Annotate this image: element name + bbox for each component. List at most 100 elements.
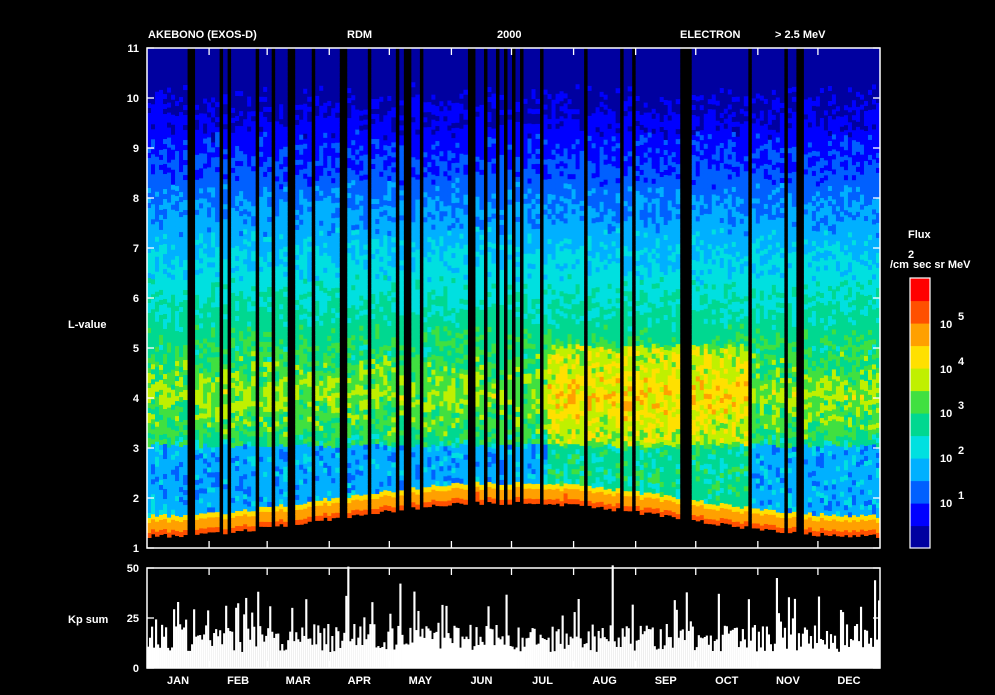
heatmap-cell [275,370,280,377]
heatmap-cell [207,396,212,403]
heatmap-cell [175,135,180,142]
heatmap-cell [303,203,308,209]
heatmap-cell [351,99,356,106]
heatmap-cell [259,86,264,92]
heatmap-cell [383,229,388,236]
heatmap-cell [223,253,228,260]
heatmap-cell [359,450,364,456]
heatmap-cell [199,467,204,474]
heatmap-cell [223,173,228,180]
heatmap-cell [175,155,180,162]
heatmap-cell [275,355,280,362]
heatmap-cell [171,529,176,535]
heatmap-cell [355,414,360,420]
heatmap-cell [223,63,228,70]
heatmap-cell [263,326,268,332]
heatmap-cell [203,168,208,174]
heatmap-cell [215,441,220,448]
heatmap-cell [315,175,320,181]
heatmap-cell [323,332,328,338]
heatmap-cell [399,239,404,246]
heatmap-cell [387,350,392,356]
heatmap-cell [323,192,328,198]
heatmap-cell [179,276,184,283]
heatmap-cell [259,96,264,102]
heatmap-cell [319,490,324,496]
heatmap-cell [151,123,156,130]
heatmap-cell [155,376,160,382]
heatmap-cell [259,246,264,252]
heatmap-cell [303,168,308,174]
heatmap-cell [359,410,364,416]
heatmap-cell [171,199,176,205]
heatmap-cell [211,246,216,253]
heatmap-cell [363,79,368,85]
heatmap-cell [351,264,356,271]
heatmap-cell [159,119,164,125]
heatmap-cell [211,131,216,138]
heatmap-cell [163,313,168,320]
heatmap-cell [375,413,380,420]
heatmap-cell [399,384,404,391]
heatmap-cell [391,96,396,103]
heatmap-cell [239,310,244,317]
heatmap-cell [295,334,300,340]
heatmap-cell [171,519,176,525]
heatmap-cell [263,226,268,232]
heatmap-cell [347,132,352,139]
heatmap-cell [251,350,256,357]
heatmap-cell [319,190,324,196]
heatmap-cell [299,494,304,500]
heatmap-cell [359,255,364,261]
heatmap-cell [267,316,272,322]
heatmap-cell [175,250,180,257]
heatmap-cell [279,388,284,395]
heatmap-cell [231,277,236,283]
heatmap-cell [243,478,248,485]
heatmap-cell [303,208,308,214]
heatmap-cell [259,371,264,377]
heatmap-cell [347,507,352,514]
heatmap-cell [159,254,164,260]
heatmap-cell [383,199,388,206]
heatmap-cell [175,145,180,152]
heatmap-cell [327,500,332,506]
heatmap-cell [347,57,352,64]
heatmap-cell [315,325,320,331]
heatmap-cell [199,257,204,264]
heatmap-cell [171,429,176,435]
heatmap-cell [331,327,336,334]
heatmap-cell [359,120,364,126]
heatmap-cell [279,193,284,200]
heatmap-cell [363,279,368,285]
heatmap-cell [399,344,404,351]
heatmap-cell [399,449,404,456]
heatmap-cell [399,214,404,221]
heatmap-cell [263,121,268,127]
heatmap-cell [235,350,240,357]
heatmap-cell [347,177,352,184]
heatmap-cell [155,211,160,217]
heatmap-cell [387,60,392,66]
heatmap-cell [335,82,340,88]
heatmap-cell [335,117,340,123]
heatmap-cell [183,499,188,506]
heatmap-cell [391,426,396,433]
heatmap-cell [235,490,240,497]
heatmap-cell [239,185,244,192]
heatmap-cell [175,255,180,262]
heatmap-cell [267,486,272,492]
heatmap-cell [323,427,328,433]
heatmap-cell [167,152,172,158]
heatmap-cell [303,103,308,109]
heatmap-cell [279,323,284,330]
heatmap-cell [331,362,336,369]
heatmap-cell [151,218,156,225]
heatmap-cell [323,472,328,478]
heatmap-cell [183,209,188,216]
heatmap-cell [359,210,364,216]
heatmap-cell [171,54,176,60]
heatmap-cell [279,278,284,285]
heatmap-cell [267,71,272,77]
heatmap-cell [163,513,168,520]
